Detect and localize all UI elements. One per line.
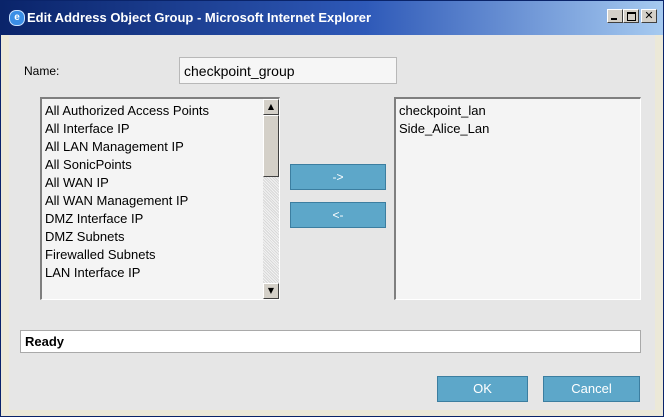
- scroll-up-icon[interactable]: ▲: [263, 99, 279, 115]
- ok-button[interactable]: OK: [437, 376, 528, 402]
- list-item[interactable]: All LAN Management IP: [45, 138, 209, 156]
- available-objects-list[interactable]: All Authorized Access Points All Interfa…: [40, 97, 280, 300]
- list-scrollbar[interactable]: ▲ ▼: [263, 99, 279, 299]
- group-members-items: checkpoint_lan Side_Alice_Lan: [399, 102, 489, 138]
- minimize-button[interactable]: [607, 9, 623, 23]
- status-bar: Ready: [20, 330, 641, 353]
- group-members-list[interactable]: checkpoint_lan Side_Alice_Lan: [394, 97, 641, 300]
- scrollbar-thumb[interactable]: [263, 115, 279, 177]
- list-item[interactable]: All WAN Management IP: [45, 192, 209, 210]
- list-item[interactable]: DMZ Subnets: [45, 228, 209, 246]
- add-to-group-button[interactable]: ->: [290, 164, 386, 190]
- cancel-button[interactable]: Cancel: [543, 376, 640, 402]
- scroll-down-icon[interactable]: ▼: [263, 283, 279, 299]
- maximize-button[interactable]: [623, 9, 639, 23]
- dialog-content: Name: All Authorized Access Points All I…: [9, 35, 655, 410]
- window-controls: ✕: [607, 9, 657, 23]
- name-input[interactable]: [179, 57, 397, 84]
- list-item[interactable]: All SonicPoints: [45, 156, 209, 174]
- list-item[interactable]: All WAN IP: [45, 174, 209, 192]
- list-item[interactable]: LAN Interface IP: [45, 264, 209, 282]
- name-label: Name:: [24, 64, 60, 78]
- dialog-window: e Edit Address Object Group - Microsoft …: [0, 0, 664, 417]
- remove-from-group-button[interactable]: <-: [290, 202, 386, 228]
- close-button[interactable]: ✕: [641, 9, 657, 23]
- title-bar[interactable]: e Edit Address Object Group - Microsoft …: [1, 1, 663, 35]
- list-item[interactable]: All Authorized Access Points: [45, 102, 209, 120]
- list-item[interactable]: DMZ Interface IP: [45, 210, 209, 228]
- available-objects-items: All Authorized Access Points All Interfa…: [45, 102, 209, 282]
- list-item[interactable]: All Interface IP: [45, 120, 209, 138]
- list-item[interactable]: Side_Alice_Lan: [399, 120, 489, 138]
- list-item[interactable]: checkpoint_lan: [399, 102, 489, 120]
- internet-explorer-icon: e: [9, 10, 25, 26]
- window-title: Edit Address Object Group - Microsoft In…: [27, 10, 372, 25]
- list-item[interactable]: Firewalled Subnets: [45, 246, 209, 264]
